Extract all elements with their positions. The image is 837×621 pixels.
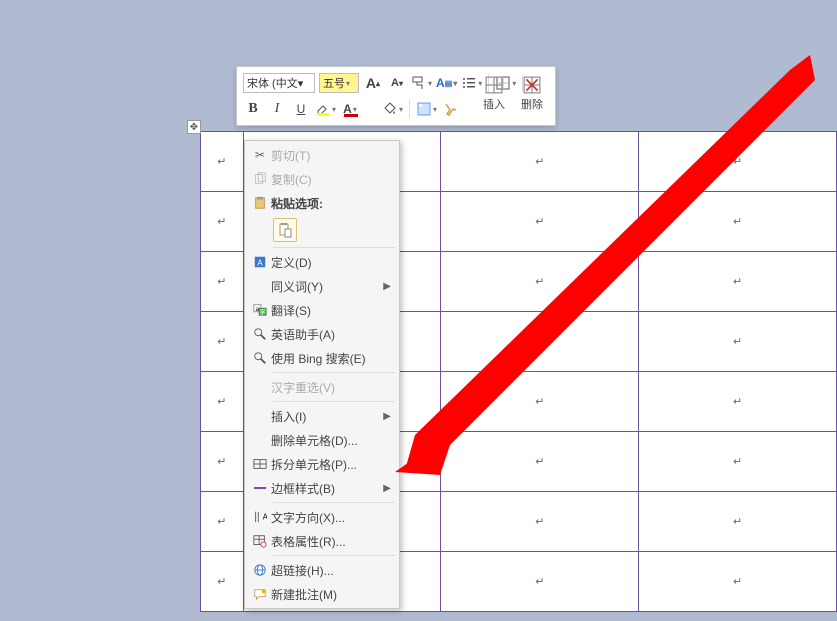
table-cell[interactable]: ↵ [441,372,639,432]
menu-paste-options-header: 粘贴选项: [245,191,399,215]
menu-separator [273,555,395,556]
delete-split-button[interactable]: 删除 [515,71,549,117]
decrease-font-button[interactable]: A▾ [387,73,407,93]
table-cell[interactable]: ↵ [639,552,837,612]
search-icon [249,348,271,368]
table-cell[interactable]: ↵ [441,192,639,252]
font-size-select[interactable]: 五号▾ [319,73,359,93]
table-cell[interactable]: ↵ [201,252,244,312]
svg-text:字: 字 [260,308,266,316]
table-cell[interactable]: ↵ [441,252,639,312]
menu-split-cells[interactable]: 拆分单元格(P)... [245,452,399,476]
book-icon: A [249,252,271,272]
table-cell[interactable]: ↵ [201,432,244,492]
menu-separator [273,502,395,503]
menu-cut: ✂ 剪切(T) [245,143,399,167]
hyperlink-icon [249,560,271,580]
table-properties-icon [249,531,271,551]
menu-separator [273,401,395,402]
border-style-icon [249,478,271,498]
submenu-arrow-icon: ▶ [383,411,391,422]
table-cell[interactable]: ↵ [201,552,244,612]
translate-icon: a字 [249,300,271,320]
table-move-handle[interactable]: ✥ [187,120,201,134]
menu-new-comment[interactable]: 新建批注(M) [245,582,399,606]
menu-border-style[interactable]: 边框样式(B) ▶ [245,476,399,500]
table-cell[interactable]: ↵ [201,192,244,252]
chevron-down-icon: ▾ [346,79,350,88]
underline-button[interactable]: U [291,99,311,119]
menu-table-properties[interactable]: 表格属性(R)... [245,529,399,553]
table-cell[interactable]: ↵ [639,132,837,192]
chevron-down-icon: ▾ [428,79,432,88]
table-cell[interactable]: ↵ [201,492,244,552]
table-cell[interactable]: ↵ [441,552,639,612]
text-direction-icon: A [249,507,271,527]
menu-english-assistant[interactable]: 英语助手(A) [245,322,399,346]
menu-reconvert: 汉字重选(V) [245,375,399,399]
shading-button[interactable]: ▾ [382,99,403,119]
cell-alignment-button[interactable]: ▾ [416,99,437,119]
menu-hyperlink[interactable]: 超链接(H)... [245,558,399,582]
menu-define[interactable]: A 定义(D) [245,250,399,274]
table-cell[interactable]: ↵ [639,192,837,252]
menu-separator [273,247,395,248]
table-cell[interactable]: ↵ [639,252,837,312]
table-cell[interactable]: ↵ [441,492,639,552]
table-cell[interactable]: ↵ [201,312,244,372]
table-cell[interactable]: ↵ [441,312,639,372]
move-handle-icon: ✥ [190,122,198,133]
search-icon [249,324,271,344]
autofit-button[interactable] [441,99,461,119]
cell-mark: ↵ [217,156,226,168]
separator [409,100,410,118]
increase-font-button[interactable]: A▴ [363,73,383,93]
table-cell[interactable]: ↵ [201,132,244,192]
italic-button[interactable]: I [267,99,287,119]
menu-bing-search[interactable]: 使用 Bing 搜索(E) [245,346,399,370]
table-cell[interactable]: ↵ [639,492,837,552]
table-cell[interactable]: ↵ [639,432,837,492]
bold-button[interactable]: B [243,99,263,119]
split-cells-icon [249,454,271,474]
context-menu: ✂ 剪切(T) 复制(C) 粘贴选项: A 定义(D) [244,140,400,609]
scissors-icon: ✂ [249,145,271,165]
svg-text:A: A [263,513,267,522]
copy-icon [249,169,271,189]
menu-text-direction[interactable]: A 文字方向(X)... [245,505,399,529]
menu-delete-cells[interactable]: 删除单元格(D)... [245,428,399,452]
comment-icon [249,584,271,604]
styles-button[interactable]: A▤▾ [436,73,457,93]
menu-translate[interactable]: a字 翻译(S) [245,298,399,322]
submenu-arrow-icon: ▶ [383,281,391,292]
highlight-color-button[interactable]: ▾ [315,99,336,119]
mini-toolbar: 宋体 (中文▾ 五号▾ A▴ A▾ ▾ A▤▾ ▾ ▾ 插入 [236,66,556,126]
insert-split-button[interactable]: 插入 [477,71,511,117]
table-cell[interactable]: ↵ [639,312,837,372]
menu-synonym[interactable]: 同义词(Y) ▶ [245,274,399,298]
submenu-arrow-icon: ▶ [383,483,391,494]
menu-insert[interactable]: 插入(I) ▶ [245,404,399,428]
paste-keep-source-button[interactable] [273,218,297,242]
table-cell[interactable]: ↵ [639,372,837,432]
menu-separator [273,372,395,373]
font-name-select[interactable]: 宋体 (中文▾ [243,73,315,93]
menu-copy: 复制(C) [245,167,399,191]
table-cell[interactable]: ↵ [201,372,244,432]
table-cell[interactable]: ↵ [441,132,639,192]
format-painter-button[interactable]: ▾ [411,73,432,93]
table-cell[interactable]: ↵ [441,432,639,492]
svg-text:A: A [257,259,263,268]
paste-options-row [245,215,399,245]
clipboard-icon [249,193,271,213]
